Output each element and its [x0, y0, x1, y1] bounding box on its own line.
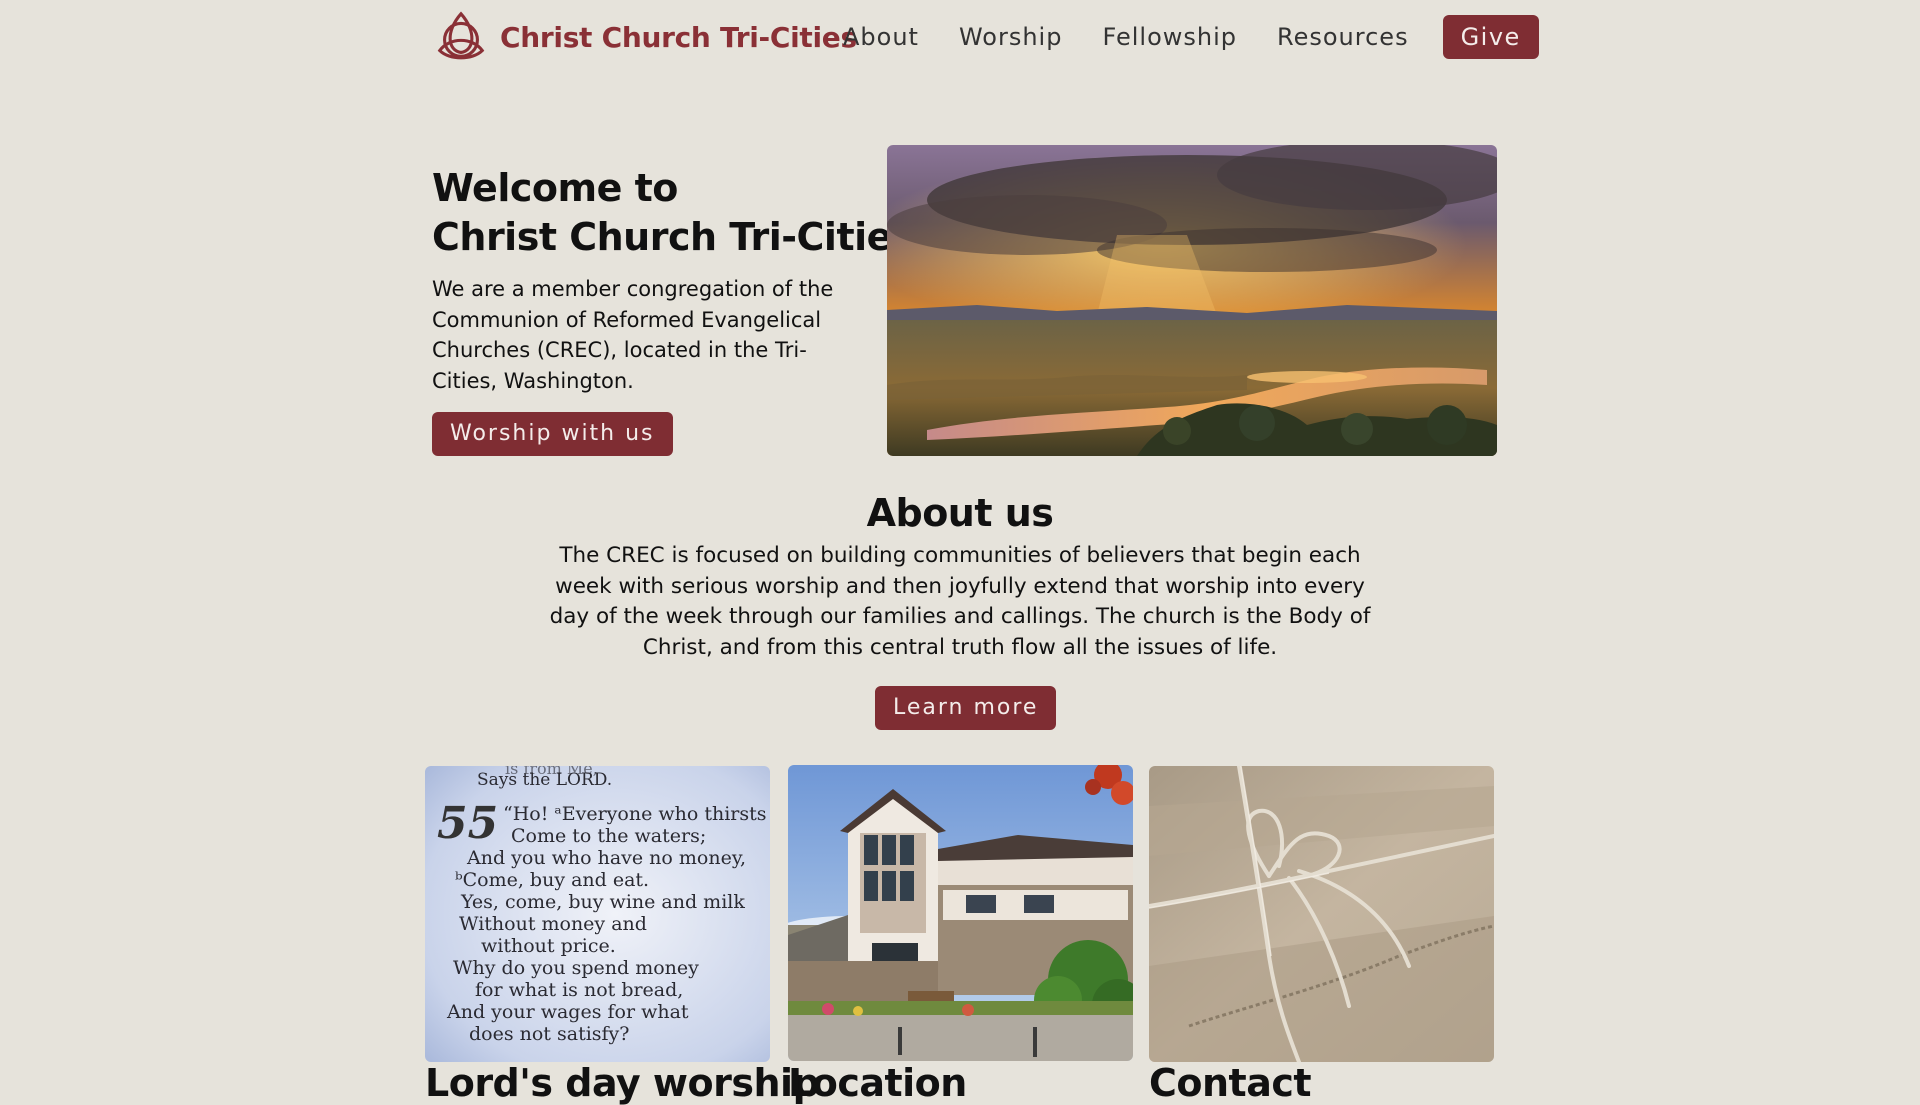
svg-text:for what is not bread,: for what is not bread,	[475, 979, 683, 1001]
hero-title: Welcome to Christ Church Tri-Cities	[432, 164, 915, 262]
main-nav: About Worship Fellowship Resources Give	[843, 14, 1539, 60]
worship-with-us-button[interactable]: Worship with us	[432, 412, 673, 456]
give-button[interactable]: Give	[1442, 15, 1539, 59]
learn-more-button[interactable]: Learn more	[875, 686, 1057, 730]
svg-text:And your wages for what: And your wages for what	[446, 1001, 689, 1023]
card-title-contact[interactable]: Contact	[1149, 1064, 1312, 1102]
card-title-lords-day-worship[interactable]: Lord's day worship	[425, 1064, 820, 1102]
svg-text:“Ho! ᵃEveryone who thirsts: “Ho! ᵃEveryone who thirsts	[503, 803, 767, 825]
nav-item-resources[interactable]: Resources	[1277, 23, 1409, 51]
svg-text:does not satisfy?: does not satisfy?	[469, 1023, 629, 1045]
about-title: About us	[866, 491, 1054, 535]
about-description: The CREC is focused on building communit…	[549, 543, 1371, 660]
svg-text:Says the LORD.: Says the LORD.	[477, 770, 612, 790]
hero-title-line1: Welcome to	[432, 166, 678, 210]
site-name: Christ Church Tri-Cities	[500, 20, 857, 54]
nav-item-about[interactable]: About	[843, 23, 919, 51]
svg-text:without price.: without price.	[481, 935, 616, 957]
svg-text:55: 55	[437, 798, 498, 849]
site-logo[interactable]: Christ Church Tri-Cities	[432, 8, 857, 66]
svg-text:Without money and: Without money and	[459, 913, 647, 935]
svg-text:Why do you spend money: Why do you spend money	[453, 957, 699, 979]
card-image-bible-page[interactable]: is from Me, Says the LORD. 55 “Ho! ᵃEver…	[425, 766, 770, 1062]
svg-text:And you who have no money,: And you who have no money,	[466, 847, 746, 869]
hero-landscape-image	[887, 145, 1497, 456]
site-header: Christ Church Tri-Cities About Worship F…	[0, 0, 1920, 80]
svg-text:Yes, come, buy wine and milk: Yes, come, buy wine and milk	[460, 891, 745, 913]
svg-text:ᵇCome, buy and eat.: ᵇCome, buy and eat.	[455, 869, 649, 891]
hero-description: We are a member congregation of the Comm…	[432, 277, 834, 393]
hero-title-line2: Christ Church Tri-Cities	[432, 215, 915, 259]
card-image-church-building[interactable]	[788, 765, 1133, 1061]
card-title-location[interactable]: Location	[788, 1064, 967, 1102]
nav-item-fellowship[interactable]: Fellowship	[1102, 23, 1237, 51]
triquetra-icon	[437, 11, 485, 60]
nav-item-worship[interactable]: Worship	[959, 23, 1063, 51]
card-image-wrapped-package[interactable]	[1149, 766, 1494, 1062]
hero-text-block: Welcome to Christ Church Tri-Cities We a…	[432, 164, 915, 396]
svg-text:Come to the waters;: Come to the waters;	[511, 825, 706, 847]
